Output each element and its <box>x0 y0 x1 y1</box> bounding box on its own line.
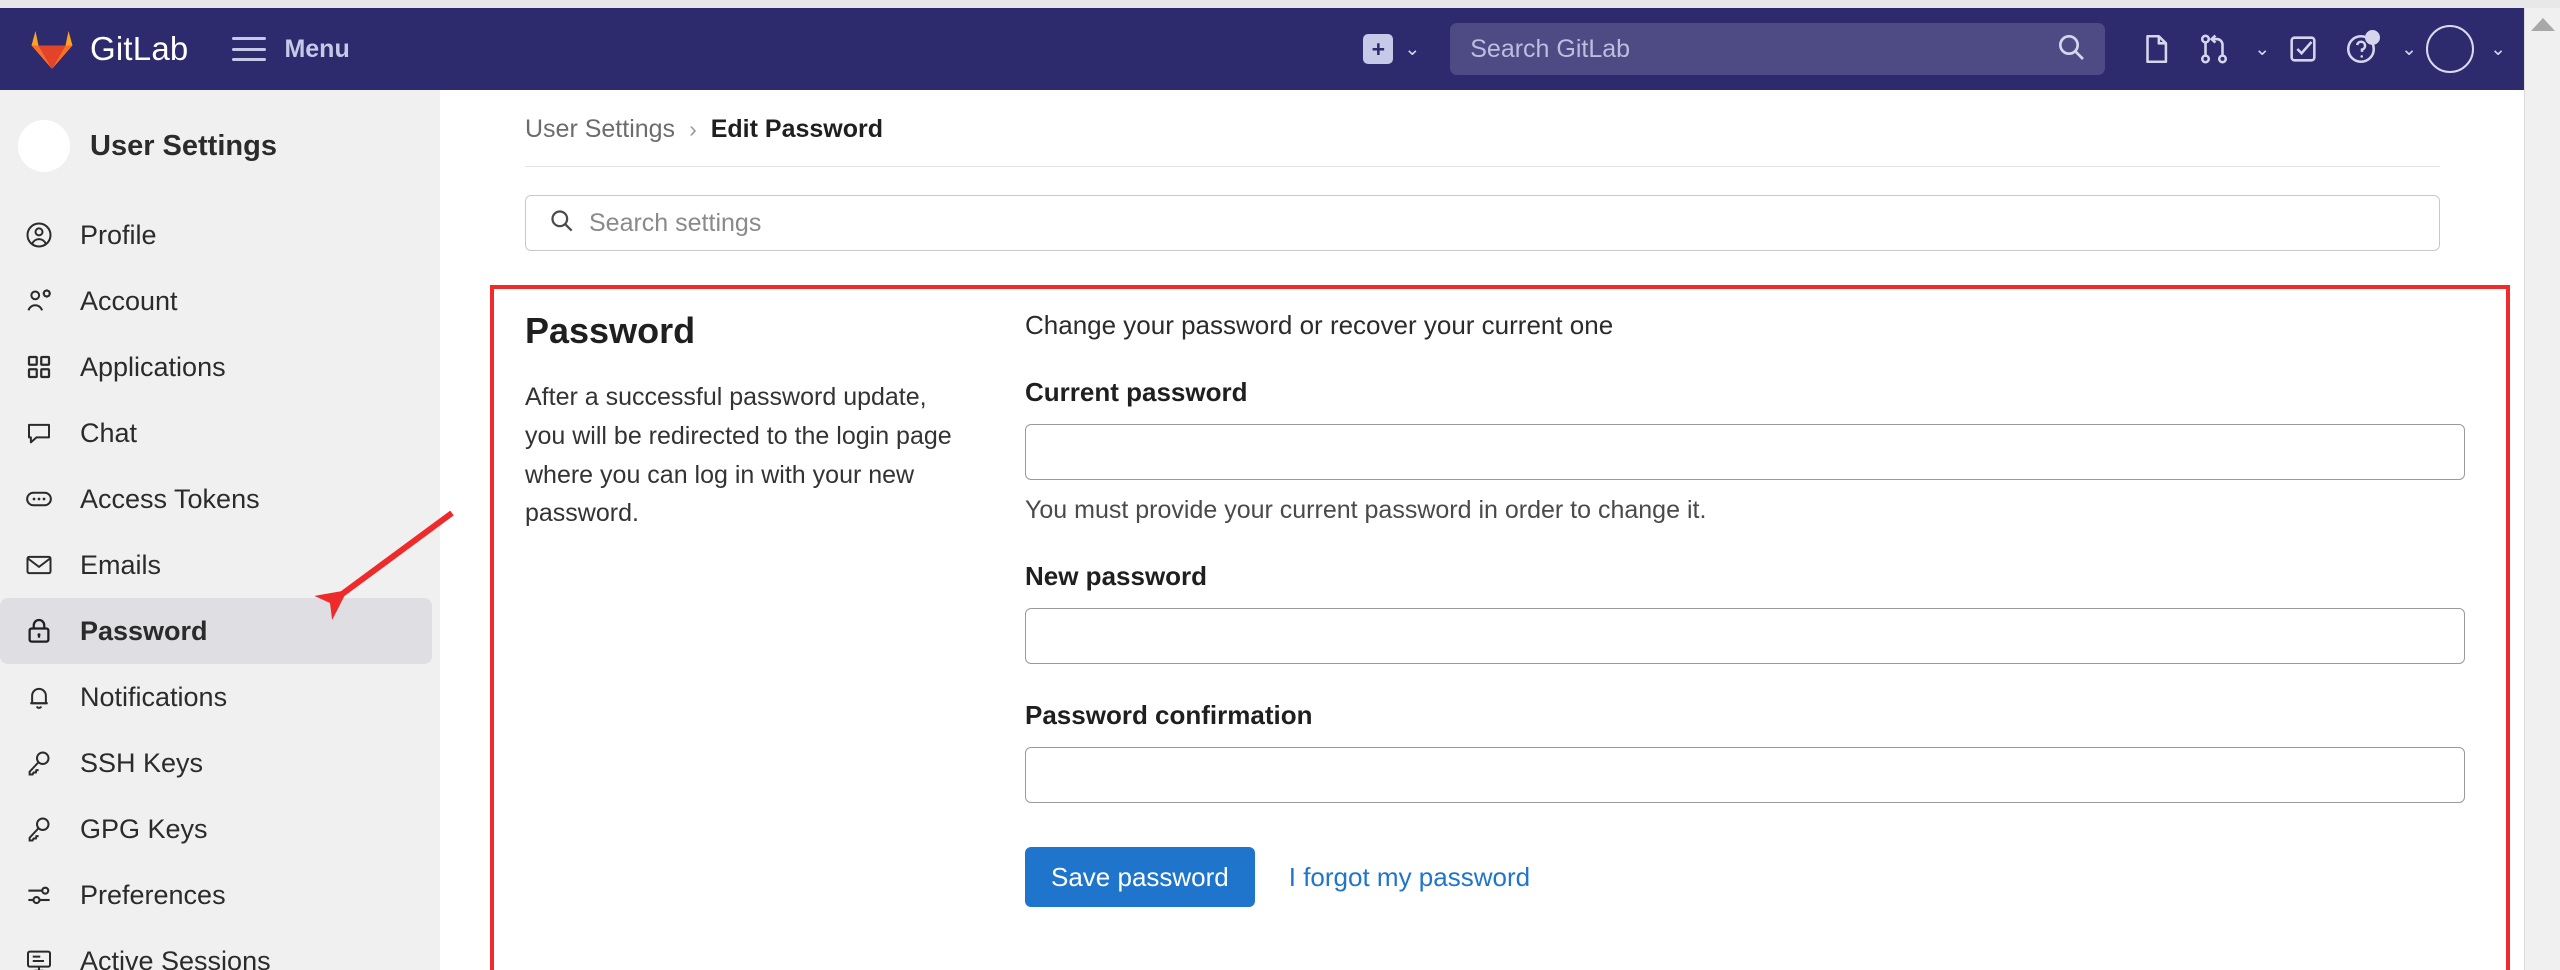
password-settings-panel: Password After a successful password upd… <box>525 310 2465 907</box>
settings-sidebar: User Settings Profile Account Applicatio… <box>0 90 440 970</box>
merge-requests-chevron-down-icon[interactable]: ⌄ <box>2254 38 2270 61</box>
sidebar-item-chat[interactable]: Chat <box>0 400 432 466</box>
panel-description: After a successful password update, you … <box>525 383 952 528</box>
top-navigation-bar: GitLab Menu + ⌄ Search GitLab ⌄ ⌄ ⌄ <box>0 8 2524 90</box>
current-password-label: Current password <box>1025 377 1248 407</box>
sidebar-title: User Settings <box>90 129 277 162</box>
sidebar-item-access-tokens[interactable]: Access Tokens <box>0 466 432 532</box>
applications-icon <box>24 352 64 382</box>
gitlab-logo-icon <box>30 28 74 70</box>
sidebar-item-emails[interactable]: Emails <box>0 532 432 598</box>
sidebar-item-profile[interactable]: Profile <box>0 202 432 268</box>
sidebar-header: User Settings <box>0 108 440 184</box>
sidebar-item-label: GPG Keys <box>80 813 208 844</box>
password-form: Change your password or recover your cur… <box>1005 310 2465 907</box>
main-content: User Settings › Edit Password Search set… <box>440 90 2525 970</box>
menu-label: Menu <box>284 34 350 63</box>
sidebar-item-label: Preferences <box>80 879 226 910</box>
settings-search-placeholder: Search settings <box>589 208 762 237</box>
current-password-input[interactable] <box>1025 424 2465 480</box>
password-confirmation-input[interactable] <box>1025 747 2465 803</box>
global-search-placeholder: Search GitLab <box>1470 34 1631 63</box>
gitlab-brand[interactable]: GitLab <box>30 28 188 70</box>
bell-icon <box>24 682 64 712</box>
header-right-group: + ⌄ Search GitLab ⌄ ⌄ ⌄ <box>1363 8 2524 90</box>
save-password-button[interactable]: Save password <box>1025 847 1255 907</box>
sidebar-item-label: Emails <box>80 549 162 580</box>
chevron-down-icon[interactable]: ⌄ <box>1404 38 1420 61</box>
sidebar-item-label: Chat <box>80 417 138 448</box>
search-icon <box>548 207 575 239</box>
brand-name: GitLab <box>90 30 189 67</box>
user-menu-group: ⌄ <box>2421 8 2506 90</box>
search-icon <box>2055 31 2087 68</box>
access-tokens-icon <box>24 484 64 514</box>
sidebar-item-label: Applications <box>80 351 226 382</box>
sidebar-item-label: SSH Keys <box>80 747 204 778</box>
sidebar-item-label: Account <box>80 285 178 316</box>
new-password-input[interactable] <box>1025 608 2465 664</box>
sidebar-menu: Profile Account Applications Chat Access… <box>0 202 440 970</box>
user-avatar[interactable] <box>2421 8 2479 90</box>
panel-description-column: Password After a successful password upd… <box>525 310 1005 907</box>
profile-icon <box>24 220 64 250</box>
sidebar-item-ssh-keys[interactable]: SSH Keys <box>0 730 432 796</box>
breadcrumb-parent[interactable]: User Settings <box>525 115 675 144</box>
sidebar-item-label: Notifications <box>80 681 228 712</box>
breadcrumb-current: Edit Password <box>710 115 883 143</box>
emails-icon <box>24 550 64 580</box>
sidebar-item-label: Access Tokens <box>80 483 260 514</box>
sidebar-item-password[interactable]: Password <box>0 598 432 664</box>
issues-icon[interactable] <box>2127 8 2185 90</box>
sidebar-item-label: Active Sessions <box>80 945 271 970</box>
new-password-label: New password <box>1025 561 1208 591</box>
merge-requests-group: ⌄ <box>2185 8 2270 90</box>
sidebar-avatar <box>18 120 70 172</box>
hamburger-icon <box>232 37 267 61</box>
chat-icon <box>24 418 64 448</box>
key-icon <box>24 814 64 844</box>
lock-icon <box>24 616 64 646</box>
breadcrumb-separator-icon: › <box>689 116 697 142</box>
merge-requests-icon[interactable] <box>2185 8 2243 90</box>
plus-icon[interactable]: + <box>1363 34 1394 64</box>
page-scrollbar[interactable] <box>2524 8 2560 970</box>
browser-top-strip <box>0 0 2560 8</box>
sidebar-item-applications[interactable]: Applications <box>0 334 432 400</box>
sidebar-item-active-sessions[interactable]: Active Sessions <box>0 928 432 970</box>
global-search-box[interactable]: Search GitLab <box>1450 23 2106 75</box>
form-actions: Save password I forgot my password <box>1025 847 2465 907</box>
current-password-hint: You must provide your current password i… <box>1025 496 1707 524</box>
settings-search-input[interactable]: Search settings <box>525 195 2440 251</box>
help-group: ⌄ <box>2332 8 2417 90</box>
sidebar-item-preferences[interactable]: Preferences <box>0 862 432 928</box>
scroll-up-arrow-icon[interactable] <box>2530 18 2555 31</box>
sidebar-item-label: Profile <box>80 219 157 250</box>
account-icon <box>24 286 64 316</box>
forgot-password-link[interactable]: I forgot my password <box>1289 862 1530 893</box>
sidebar-item-account[interactable]: Account <box>0 268 432 334</box>
help-chevron-down-icon[interactable]: ⌄ <box>2401 38 2417 61</box>
breadcrumb: User Settings › Edit Password <box>440 90 2525 144</box>
new-item-group: + ⌄ <box>1363 34 1420 64</box>
key-icon <box>24 748 64 778</box>
current-password-field-group: Current password You must provide your c… <box>1025 377 2465 525</box>
app-root: GitLab Menu + ⌄ Search GitLab ⌄ ⌄ ⌄ User… <box>0 0 2560 970</box>
monitor-icon <box>24 946 64 970</box>
form-heading: Change your password or recover your cur… <box>1025 310 1614 340</box>
password-confirmation-field-group: Password confirmation <box>1025 700 2465 803</box>
main-menu-button[interactable]: Menu <box>232 34 350 64</box>
new-password-field-group: New password <box>1025 561 2465 664</box>
sidebar-item-gpg-keys[interactable]: GPG Keys <box>0 796 432 862</box>
help-icon[interactable] <box>2332 8 2390 90</box>
todos-icon[interactable] <box>2274 8 2332 90</box>
page-title: Password <box>525 310 696 351</box>
sidebar-item-label: Password <box>80 615 208 646</box>
password-confirmation-label: Password confirmation <box>1025 700 1313 730</box>
preferences-icon <box>24 880 64 910</box>
sidebar-item-notifications[interactable]: Notifications <box>0 664 432 730</box>
user-chevron-down-icon[interactable]: ⌄ <box>2490 38 2506 61</box>
breadcrumb-divider <box>525 166 2440 167</box>
